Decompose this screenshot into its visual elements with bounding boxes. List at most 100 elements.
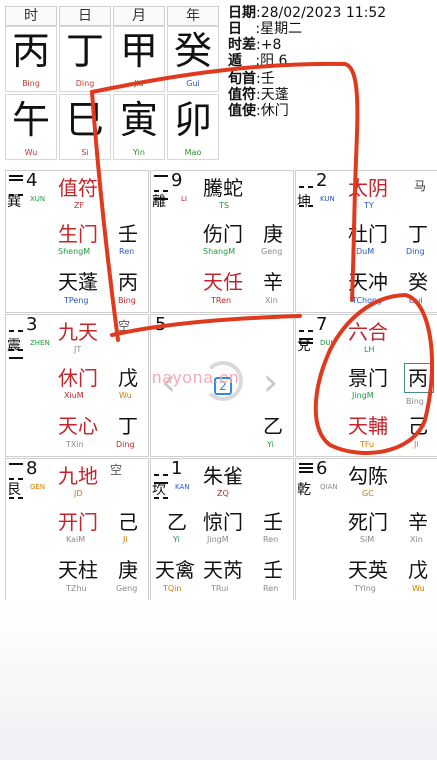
palace-tian-pinyin: Xin xyxy=(410,535,423,544)
palace-shen-pinyin: JD xyxy=(74,489,83,498)
palace-gua: 離 xyxy=(152,194,166,210)
palace-gua: 乾 xyxy=(297,482,311,498)
palace-shen: 騰蛇 xyxy=(203,176,243,200)
palace-gua: 艮 xyxy=(7,482,21,498)
palace-shen: 六合 xyxy=(348,320,388,344)
next-arrow-icon[interactable]: › xyxy=(263,363,278,401)
day-stem-pinyin: Ding xyxy=(75,79,95,88)
palace-di-pinyin: Gui xyxy=(409,296,423,305)
palace-shen: 勾陈 xyxy=(348,464,388,488)
palace-xing: 天芮 xyxy=(203,558,243,582)
hour-branch-pinyin: Wu xyxy=(24,148,38,157)
palace-tian-pinyin: Bing xyxy=(406,397,424,406)
palace-men-pinyin: JingM xyxy=(207,535,229,544)
info-timezone: 时差:+8 xyxy=(228,37,282,53)
palace-number: 9 xyxy=(171,170,183,191)
palace-xing-pinyin: TYing xyxy=(354,584,376,593)
palace-tian-stem: 壬 xyxy=(263,510,283,534)
palace-gua-pinyin: QIAN xyxy=(320,483,338,491)
info-zhifu: 值符:天蓬 xyxy=(228,87,289,103)
palace-gua-pinyin: KUN xyxy=(320,195,335,203)
palace-xing-pinyin: TFu xyxy=(360,440,375,449)
info-zhishi: 值使:休门 xyxy=(228,103,289,119)
palace-shen: 值符 xyxy=(58,176,98,200)
pillar-head-month: 月 xyxy=(113,6,165,26)
year-branch: 卯 xyxy=(173,98,212,142)
palace-tian-stem: 辛 xyxy=(408,510,428,534)
palace-xing: 天輔 xyxy=(348,414,388,438)
palace-qian[interactable]: 6 乾 QIAN 勾陈 GC 死门 SiM 辛 Xin 天英 TYing 戊 W… xyxy=(295,458,437,601)
palace-di-pinyin: Ren xyxy=(263,584,279,593)
palace-tian-stem: 戊 xyxy=(118,366,138,390)
palace-number: 1 xyxy=(171,458,183,479)
watermark: nayona.cn xyxy=(152,368,240,387)
palace-li[interactable]: 9 離 LI 騰蛇 TS 伤门 ShangM 庚 Geng 天任 TRen 辛 … xyxy=(150,170,294,313)
palace-shen: 九地 xyxy=(58,464,98,488)
palace-xing: 天蓬 xyxy=(58,270,98,294)
pillar-head-year: 年 xyxy=(167,6,219,26)
palace-kan[interactable]: 1 坎 KAN 朱雀 ZQ 乙 Yi 惊门 JingM 壬 Ren 天禽 TQi… xyxy=(150,458,294,601)
palace-di-stem: 丙 xyxy=(118,270,138,294)
palace-zhen[interactable]: 3 震 ZHEN 空 九天 JT 休门 XiuM 戊 Wu 天心 TXin 丁 … xyxy=(5,314,149,457)
palace-gua-pinyin: DUI xyxy=(320,339,333,347)
palace-tian-pinyin: Ding xyxy=(406,247,425,256)
palace-shen: 朱雀 xyxy=(203,464,243,488)
info-weekday: 日 :星期二 xyxy=(228,21,303,37)
palace-shen-pinyin: TS xyxy=(219,201,229,210)
palace-gua-pinyin: KAN xyxy=(175,483,190,491)
palace-gua-pinyin: LI xyxy=(181,195,187,203)
palace-gua: 坎 xyxy=(152,482,166,498)
year-stem: 癸 xyxy=(173,29,212,73)
palace-tian-pinyin: Ren xyxy=(119,247,135,256)
day-branch: 巳 xyxy=(65,98,104,142)
palace-di-stem: 癸 xyxy=(408,270,428,294)
hour-stem: 丙 xyxy=(11,29,50,73)
palace-xun[interactable]: 4 巽 XUN 值符 ZF 生门 ShengM 壬 Ren 天蓬 TPeng 丙… xyxy=(5,170,149,313)
palace-di-stem: 庚 xyxy=(118,558,138,582)
palace-extra-pinyin: Yi xyxy=(173,535,180,544)
palace-men-pinyin: XiuM xyxy=(64,391,84,400)
palace-xing-pinyin: TXin xyxy=(66,440,84,449)
palace-gen[interactable]: 8 艮 GEN 空 九地 JD 开门 KaiM 己 Ji 天柱 TZhu 庚 G… xyxy=(5,458,149,601)
year-branch-pinyin: Mao xyxy=(184,148,202,157)
palace-men-pinyin: JingM xyxy=(352,391,374,400)
palace-shen-pinyin: LH xyxy=(364,345,375,354)
palace-number: 7 xyxy=(316,314,328,335)
trigram-qian-icon xyxy=(299,463,313,475)
palace-di-stem: 丁 xyxy=(118,414,138,438)
palace-tian-pinyin: Ji xyxy=(123,535,128,544)
info-date: 日期:28/02/2023 11:52 xyxy=(228,5,387,21)
palace-men: 死门 xyxy=(348,510,388,534)
palace-kun[interactable]: 2 坤 KUN 马 太阴 TY 杜门 DuM 丁 Ding 天冲 TChong … xyxy=(295,170,437,313)
palace-men-pinyin: ShengM xyxy=(58,247,91,256)
palace-xing: 天冲 xyxy=(348,270,388,294)
horse-star-icon: 马 xyxy=(414,179,427,193)
palace-xing: 天任 xyxy=(203,270,243,294)
palace-gua: 巽 xyxy=(7,194,21,210)
palace-men-pinyin: SiM xyxy=(360,535,375,544)
palace-gua-pinyin: GEN xyxy=(30,483,46,491)
palace-tian-pinyin: Ren xyxy=(263,535,279,544)
palace-di-stem: 戊 xyxy=(408,558,428,582)
palace-tian-stem: 壬 xyxy=(118,222,138,246)
month-stem: 甲 xyxy=(119,29,158,73)
palace-tian-pinyin: Wu xyxy=(119,391,132,400)
palace-di-pinyin: Bing xyxy=(118,296,136,305)
palace-shen-pinyin: ZF xyxy=(74,201,85,210)
palace-gua-pinyin: ZHEN xyxy=(30,339,50,347)
day-stem: 丁 xyxy=(65,29,104,73)
palace-xing-pinyin: TRui xyxy=(211,584,229,593)
year-stem-pinyin: Gui xyxy=(186,79,200,88)
palace-xing: 天心 xyxy=(58,414,98,438)
palace-di-pinyin: Ding xyxy=(116,440,135,449)
palace-shen-pinyin: GC xyxy=(362,489,374,498)
palace-tian-stem: 丁 xyxy=(408,222,428,246)
palace-gua: 震 xyxy=(7,338,21,354)
palace-number: 2 xyxy=(316,170,328,191)
palace-men: 开门 xyxy=(58,510,98,534)
palace-men: 休门 xyxy=(58,366,98,390)
palace-extra-stem: 乙 xyxy=(167,510,187,534)
palace-men: 惊门 xyxy=(203,510,243,534)
palace-dui[interactable]: 7 兌 DUI 六合 LH 景门 JingM 丙 Bing 天輔 TFu 己 J… xyxy=(295,314,437,457)
palace-number: 8 xyxy=(26,458,38,479)
